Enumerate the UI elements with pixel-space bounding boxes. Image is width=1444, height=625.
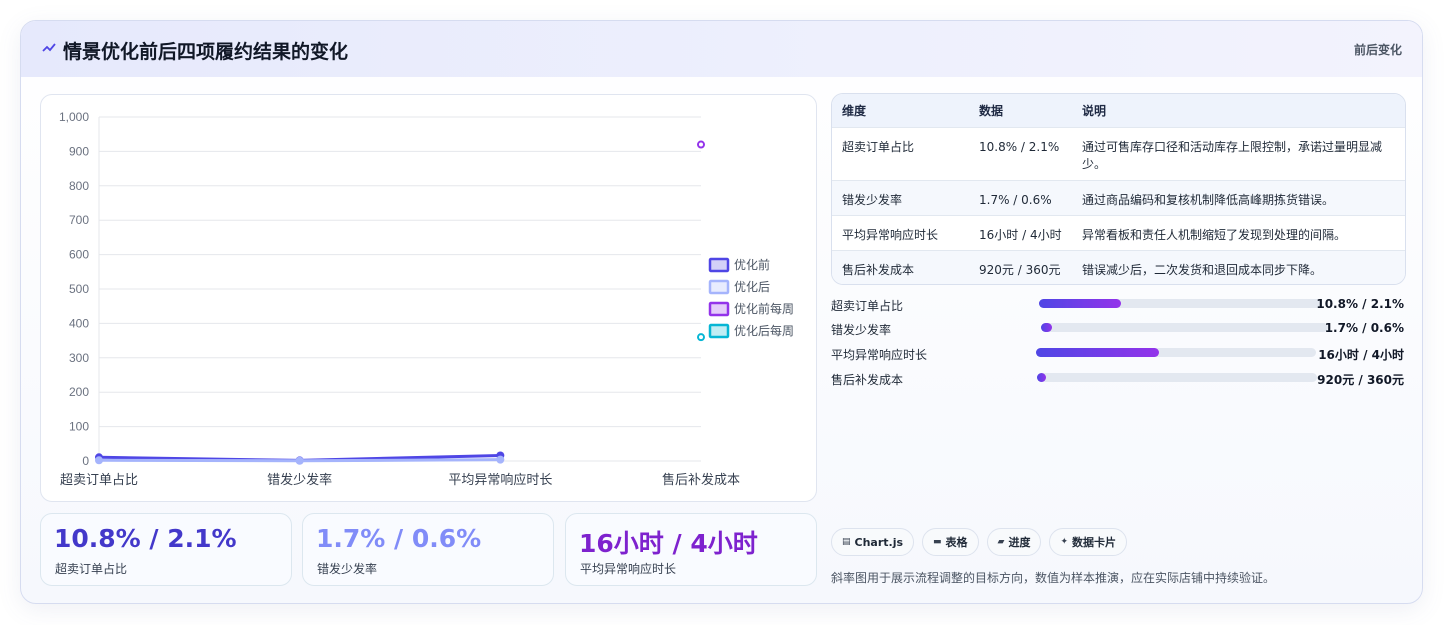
- table-cell: 920元 / 360元: [979, 262, 1061, 277]
- page-title: 情景优化前后四项履约结果的变化: [63, 41, 349, 63]
- stat-value: 10.8% / 2.1%: [54, 524, 237, 553]
- x-tick-label: 平均异常响应时长: [448, 472, 552, 488]
- data-point: [295, 456, 304, 465]
- progress-fill: [1041, 323, 1053, 332]
- stat-value: 1.7% / 0.6%: [316, 524, 482, 553]
- y-tick-label: 300: [69, 351, 89, 365]
- progress-fill: [1036, 348, 1160, 357]
- y-tick-label: 1,000: [59, 110, 89, 124]
- chart-canvas: 0 100 200 300 400 500 600 700 800 900 1,000 超卖订单占比 错…: [59, 110, 794, 488]
- progress-track: [1036, 348, 1316, 357]
- progress-icon: ▰: [997, 537, 1005, 547]
- y-tick-label: 700: [69, 213, 89, 227]
- data-point: [697, 333, 705, 342]
- table-row: 平均异常响应时长 16小时 / 4小时 异常看板和责任人机制缩短了发现到处理的间…: [832, 215, 1405, 250]
- y-tick-label: 800: [69, 179, 89, 193]
- progress-fill: [1037, 373, 1046, 382]
- legend-swatch: [708, 257, 730, 273]
- y-tick-label: 100: [69, 420, 89, 434]
- x-tick-label: 错发少发率: [267, 472, 332, 488]
- trend-icon: [42, 43, 56, 52]
- progress-label: 错发少发率: [831, 323, 892, 337]
- legend-label: 优化后每周: [734, 323, 794, 338]
- legend-swatch: [708, 323, 730, 339]
- y-tick-label: 900: [69, 144, 89, 158]
- table-cell: 平均异常响应时长: [842, 227, 939, 242]
- stat-card-misship: 1.7% / 0.6% 错发少发率: [302, 513, 554, 586]
- data-point: [697, 140, 705, 149]
- legend-label: 优化前每周: [734, 301, 794, 316]
- table-cell: 1.7% / 0.6%: [979, 192, 1052, 207]
- table-cell: 通过商品编码和复核机制降低高峰期拣货错误。: [1082, 192, 1335, 207]
- card-header: 情景优化前后四项履约结果的变化 前后变化: [21, 21, 1422, 77]
- progress-value: 10.8% / 2.1%: [1316, 297, 1404, 311]
- progress-track: [1041, 323, 1328, 332]
- table-cell: 超卖订单占比: [842, 139, 915, 154]
- column-header: 数据: [979, 103, 1004, 118]
- footnote: 斜率图用于展示流程调整的目标方向，数值为样本推演，应在实际店铺中持续验证。: [831, 571, 1276, 585]
- progress-value: 1.7% / 0.6%: [1324, 321, 1404, 335]
- legend-swatch: [708, 301, 730, 317]
- table-cell: 异常看板和责任人机制缩短了发现到处理的间隔。: [1082, 227, 1347, 242]
- line-chart: 0 100 200 300 400 500 600 700 800 900 1,000 超卖订单占比 错…: [40, 94, 817, 502]
- stat-label: 错发少发率: [317, 562, 378, 576]
- table-cell: 10.8% / 2.1%: [979, 139, 1060, 154]
- table-cell: 错误减少后，二次发货和退回成本同步下降。: [1082, 262, 1323, 277]
- chip-progress[interactable]: ▰ 进度: [986, 528, 1042, 556]
- chip-chartjs[interactable]: ▤ Chart.js: [831, 528, 915, 556]
- table-row: 超卖订单占比 10.8% / 2.1% 通过可售库存口径和活动库存上限控制，承诺…: [832, 127, 1405, 180]
- table-cell: 售后补发成本: [842, 262, 915, 277]
- column-header: 维度: [842, 103, 867, 118]
- progress-label: 超卖订单占比: [831, 299, 904, 313]
- chip-label: 数据卡片: [1072, 536, 1117, 549]
- stat-label: 超卖订单占比: [55, 562, 128, 576]
- stat-value: 16小时 / 4小时: [579, 529, 758, 558]
- chip-label: 进度: [1008, 536, 1031, 549]
- y-tick-label: 500: [69, 282, 89, 296]
- header-tag: 前后变化: [1353, 43, 1402, 57]
- y-tick-label: 200: [69, 385, 89, 399]
- column-header: 说明: [1082, 103, 1107, 118]
- progress-fill: [1039, 299, 1122, 308]
- tech-chips: ▤ Chart.js ▬ 表格 ▰ 进度 ✦ 数据卡片: [831, 528, 1128, 556]
- progress-track: [1039, 299, 1322, 308]
- progress-value: 920元 / 360元: [1317, 373, 1404, 387]
- stat-card-oversell: 10.8% / 2.1% 超卖订单占比: [40, 513, 292, 586]
- card-icon: ✦: [1060, 537, 1069, 547]
- legend-label: 优化后: [734, 280, 770, 294]
- table-cell: 通过可售库存口径和活动库存上限控制，承诺过量明显减少。: [1082, 139, 1383, 171]
- y-tick-label: 0: [82, 454, 89, 468]
- y-tick-label: 600: [69, 248, 89, 262]
- x-tick-label: 售后补发成本: [662, 472, 740, 488]
- chart-icon: ▤: [842, 537, 851, 547]
- legend-swatch: [708, 279, 730, 295]
- table-header-row: 维度 数据 说明: [832, 94, 1405, 127]
- report-card: 情景优化前后四项履约结果的变化 前后变化 0 100 200 300 400 500 600…: [20, 20, 1423, 604]
- table-icon: ▬: [933, 537, 942, 547]
- y-tick-label: 400: [69, 316, 89, 330]
- progress-label: 售后补发成本: [831, 373, 904, 387]
- chip-data-card[interactable]: ✦ 数据卡片: [1049, 528, 1128, 556]
- stat-label: 平均异常响应时长: [580, 562, 677, 576]
- data-table: 维度 数据 说明 超卖订单占比 10.8% / 2.1% 通过可售库存口径和活动…: [831, 93, 1406, 285]
- progress-value: 16小时 / 4小时: [1318, 348, 1404, 362]
- progress-label: 平均异常响应时长: [831, 348, 928, 362]
- x-tick-label: 超卖订单占比: [60, 473, 138, 488]
- legend-label: 优化前: [734, 257, 770, 272]
- chip-label: Chart.js: [854, 535, 904, 549]
- data-point: [95, 456, 103, 465]
- progress-track: [1037, 373, 1317, 382]
- table-row: 错发少发率 1.7% / 0.6% 通过商品编码和复核机制降低高峰期拣货错误。: [832, 180, 1405, 215]
- table-cell: 16小时 / 4小时: [979, 227, 1062, 242]
- table-cell: 错发少发率: [842, 192, 903, 207]
- chip-table[interactable]: ▬ 表格: [922, 528, 979, 556]
- chip-label: 表格: [945, 536, 968, 549]
- data-point: [496, 455, 505, 464]
- stat-card-response: 16小时 / 4小时 平均异常响应时长: [565, 513, 817, 586]
- table-row: 售后补发成本 920元 / 360元 错误减少后，二次发货和退回成本同步下降。: [832, 250, 1405, 284]
